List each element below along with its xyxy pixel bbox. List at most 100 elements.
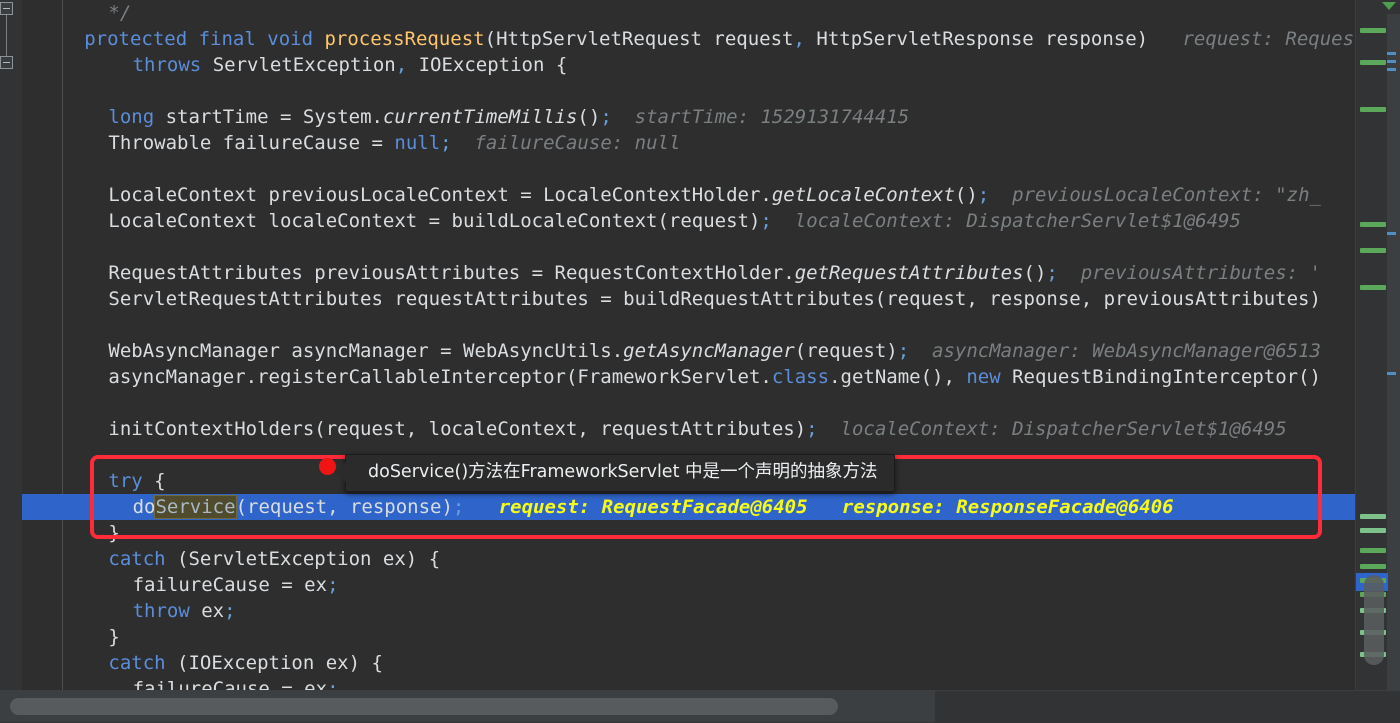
vcs-change-marker[interactable]	[1360, 528, 1386, 533]
vcs-change-marker[interactable]	[1360, 548, 1386, 553]
code-token: asyncManager: WebAsyncManager@6513	[932, 340, 1321, 362]
code-line[interactable]: protected final void processRequest(Http…	[22, 26, 1356, 52]
code-token: (request)	[794, 340, 898, 362]
code-line[interactable]: catch (IOException ex) {	[22, 650, 1356, 676]
code-token: processRequest	[324, 28, 485, 50]
code-token: previousLocaleContext: "zh_	[1012, 184, 1321, 206]
fold-collapse-icon-bottom[interactable]	[0, 56, 13, 69]
vcs-change-marker[interactable]	[1360, 514, 1386, 519]
code-line[interactable]: LocaleContext localeContext = buildLocal…	[22, 208, 1356, 234]
code-token: LocaleContext localeContext = buildLocal…	[108, 210, 761, 232]
fold-collapse-icon-top[interactable]	[0, 2, 13, 15]
code-line[interactable]: */	[22, 0, 1356, 26]
horizontal-scrollbar[interactable]	[0, 690, 1400, 723]
code-token: getLocaleContext	[771, 184, 955, 206]
code-line[interactable]	[22, 78, 1356, 104]
code-line[interactable]: failureCause = ex;	[22, 572, 1356, 598]
code-token: ;	[897, 340, 910, 362]
code-token: .getName(),	[829, 366, 967, 388]
vcs-change-marker[interactable]	[1360, 285, 1386, 290]
code-token: (ServletException ex) {	[165, 548, 441, 570]
annotation-tooltip-text: doService()方法在FrameworkServlet 中是一个声明的抽象…	[368, 462, 878, 483]
fold-gutter[interactable]	[0, 0, 22, 691]
code-token: }	[108, 522, 120, 544]
code-line[interactable]: doService(request, response); request: R…	[22, 494, 1356, 520]
code-line[interactable]: catch (ServletException ex) {	[22, 546, 1356, 572]
code-token: throw	[132, 600, 190, 622]
code-token: ServletException	[212, 54, 396, 76]
code-token: ;	[806, 418, 818, 440]
code-line[interactable]: RequestAttributes previousAttributes = R…	[22, 260, 1356, 286]
code-token: RequestAttributes previousAttributes = R…	[108, 262, 795, 284]
code-line[interactable]: }	[22, 624, 1356, 650]
caret-position-marker	[1387, 372, 1396, 375]
code-line[interactable]: ServletRequestAttributes requestAttribut…	[22, 286, 1356, 312]
code-token: ;	[1046, 262, 1058, 284]
code-text-area[interactable]: */protected final void processRequest(Ht…	[22, 0, 1356, 691]
vcs-change-marker[interactable]	[1360, 564, 1386, 569]
code-line[interactable]: throw ex;	[22, 598, 1356, 624]
code-token: ;	[977, 184, 990, 206]
vcs-change-marker[interactable]	[1360, 60, 1386, 65]
annotation-red-dot-marker	[319, 458, 336, 475]
code-token: (HttpServletRequest request	[484, 28, 794, 50]
code-line[interactable]: throws ServletException, IOException {	[22, 52, 1356, 78]
code-line[interactable]: WebAsyncManager asyncManager = WebAsyncU…	[22, 338, 1356, 364]
code-token: try	[108, 470, 143, 492]
code-token: (IOException ex) {	[165, 652, 383, 674]
code-line[interactable]	[22, 234, 1356, 260]
vcs-change-marker[interactable]	[1360, 107, 1386, 112]
code-line[interactable]: }	[22, 520, 1356, 546]
code-line[interactable]	[22, 156, 1356, 182]
code-token: do	[132, 496, 156, 518]
horizontal-scrollbar-thumb[interactable]	[10, 698, 838, 715]
vertical-scrollbar-track[interactable]	[1387, 14, 1400, 690]
code-token: final	[198, 28, 256, 50]
code-token: IOException {	[407, 54, 568, 76]
caret-position-marker	[1387, 68, 1396, 71]
code-editor-window: */protected final void processRequest(Ht…	[0, 0, 1400, 723]
code-line[interactable]: failureCause = ex;	[22, 676, 1356, 691]
code-token: (request, response)	[235, 496, 453, 518]
code-token: asyncManager.registerCallableInterceptor…	[108, 366, 772, 388]
code-token: failureCause: null	[474, 132, 681, 154]
code-line[interactable]: Throwable failureCause = null; failureCa…	[22, 130, 1356, 156]
inspection-status-icon[interactable]	[1382, 2, 1396, 10]
code-token: ex	[189, 600, 225, 622]
code-token: localeContext: DispatcherServlet$1@6495	[794, 210, 1241, 232]
code-line[interactable]: initContextHolders(request, localeContex…	[22, 416, 1356, 442]
code-token: ;	[440, 132, 452, 154]
vertical-scrollbar-thumb[interactable]	[1364, 575, 1384, 665]
code-line[interactable]	[22, 390, 1356, 416]
code-token: long	[108, 106, 155, 128]
vcs-change-marker[interactable]	[1360, 222, 1386, 227]
code-token: Service	[154, 495, 237, 519]
error-stripe-marker-bar[interactable]	[1355, 0, 1400, 691]
vcs-change-marker[interactable]	[1360, 248, 1386, 253]
code-token: */	[108, 2, 132, 24]
code-token: HttpServletResponse response)	[804, 28, 1149, 50]
code-token: failureCause = ex	[132, 574, 328, 596]
code-line[interactable]: asyncManager.registerCallableInterceptor…	[22, 364, 1356, 390]
code-line[interactable]: long startTime = System.currentTimeMilli…	[22, 104, 1356, 130]
code-token: getAsyncManager	[623, 340, 795, 362]
code-line[interactable]: LocaleContext previousLocaleContext = Lo…	[22, 182, 1356, 208]
code-token: previousAttributes: '	[1080, 262, 1321, 284]
vcs-change-marker[interactable]	[1360, 28, 1386, 33]
editor-bottom-divider	[0, 690, 1400, 691]
code-token: void	[267, 28, 314, 50]
code-line[interactable]	[22, 312, 1356, 338]
